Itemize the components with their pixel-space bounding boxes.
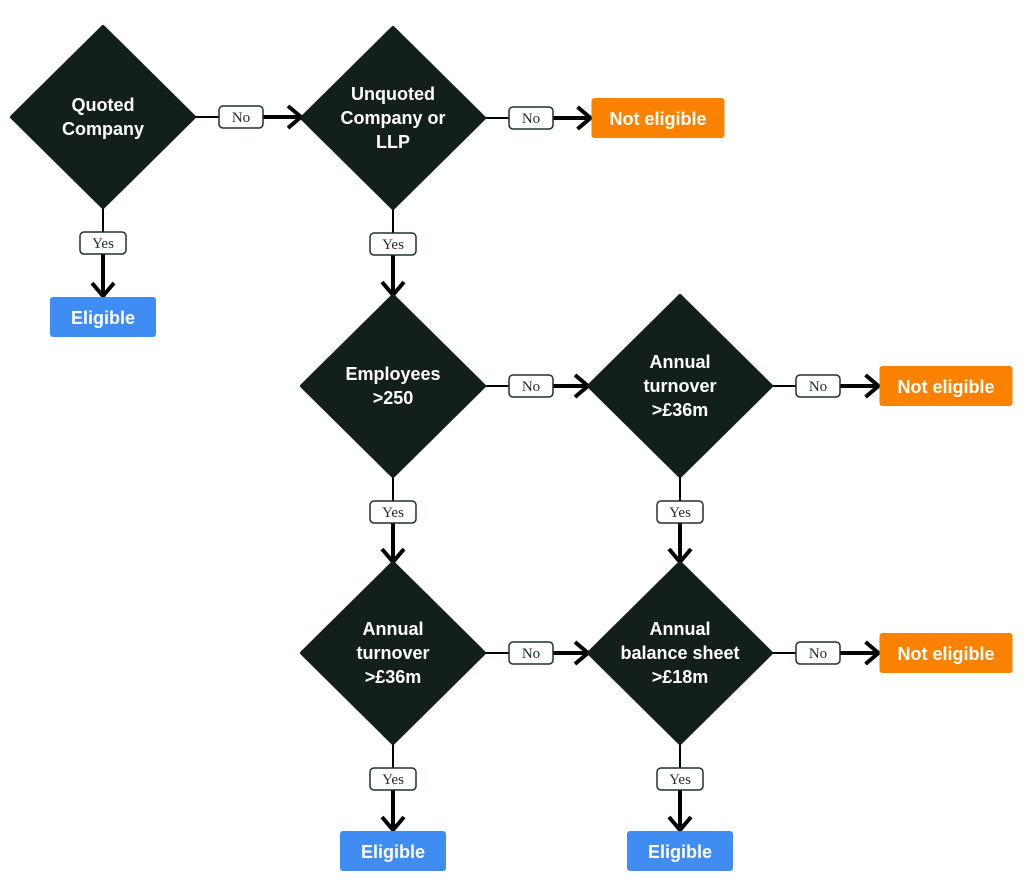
nodes: Quoted Company Unquoted Company or LLP Employ… (10, 25, 1013, 871)
eligible-label: Eligible (71, 308, 135, 328)
decision-text-line: LLP (376, 132, 410, 152)
decision-node-unquoted: Unquoted Company or LLP (300, 26, 486, 210)
connectors (90, 104, 882, 834)
edge-label-text: Yes (92, 236, 114, 252)
no-label: No (508, 106, 554, 130)
edge-label-text: Yes (382, 505, 404, 521)
edge-label-text: No (809, 379, 827, 395)
decision-text-line: >£36m (652, 400, 709, 420)
decision-text-line: Annual (650, 352, 711, 372)
no-label: No (795, 641, 841, 665)
decision-text-line: >£36m (365, 667, 422, 687)
decision-node-balance: Annual balance sheet >£18m (587, 561, 773, 745)
no-label: No (508, 374, 554, 398)
decision-node-turnover_left: Annual turnover >£36m (300, 561, 486, 745)
edge-label-text: No (522, 111, 540, 127)
decision-node-quoted: Quoted Company (10, 25, 196, 209)
edge-label-text: Yes (669, 772, 691, 788)
decision-text-line: balance sheet (620, 643, 739, 663)
decision-diamond (300, 294, 486, 478)
not-eligible-label: Not eligible (609, 109, 706, 129)
yes-label: Yes (369, 500, 417, 524)
decision-text-line: Annual (363, 619, 424, 639)
edge-label-text: No (232, 110, 250, 126)
not-eligible-box: Not eligible (879, 633, 1013, 673)
yes-label: Yes (369, 232, 417, 256)
decision-text-line: >£18m (652, 667, 709, 687)
decision-text-line: turnover (356, 643, 429, 663)
decision-text-line: turnover (643, 376, 716, 396)
edge-label-text: Yes (382, 772, 404, 788)
yes-label: Yes (656, 500, 704, 524)
eligible-box: Eligible (340, 831, 446, 871)
no-label: No (795, 374, 841, 398)
no-label: No (218, 105, 264, 129)
yes-label: Yes (79, 231, 127, 255)
decision-node-turnover_right: Annual turnover >£36m (587, 294, 773, 478)
decision-text-line: Employees (345, 364, 440, 384)
eligible-label: Eligible (648, 842, 712, 862)
eligibility-flowchart: Quoted Company Unquoted Company or LLP Employ… (10, 25, 1013, 871)
eligible-box: Eligible (50, 297, 156, 337)
not-eligible-box: Not eligible (591, 98, 725, 138)
yes-label: Yes (656, 767, 704, 791)
edge-label-text: Yes (382, 237, 404, 253)
decision-text-line: >250 (373, 388, 414, 408)
decision-node-employees: Employees >250 (300, 294, 486, 478)
yes-label: Yes (369, 767, 417, 791)
eligible-label: Eligible (361, 842, 425, 862)
eligible-box: Eligible (627, 831, 733, 871)
edge-label-text: No (522, 379, 540, 395)
decision-text-line: Company (62, 119, 144, 139)
decision-text-line: Company or (340, 108, 445, 128)
edge-label-text: No (809, 646, 827, 662)
edge-label-text: No (522, 646, 540, 662)
not-eligible-box: Not eligible (879, 366, 1013, 406)
decision-text-line: Unquoted (351, 84, 435, 104)
not-eligible-label: Not eligible (897, 377, 994, 397)
not-eligible-label: Not eligible (897, 644, 994, 664)
decision-text-line: Annual (650, 619, 711, 639)
edge-label-text: Yes (669, 505, 691, 521)
no-label: No (508, 641, 554, 665)
decision-diamond (10, 25, 196, 209)
decision-text-line: Quoted (72, 95, 135, 115)
